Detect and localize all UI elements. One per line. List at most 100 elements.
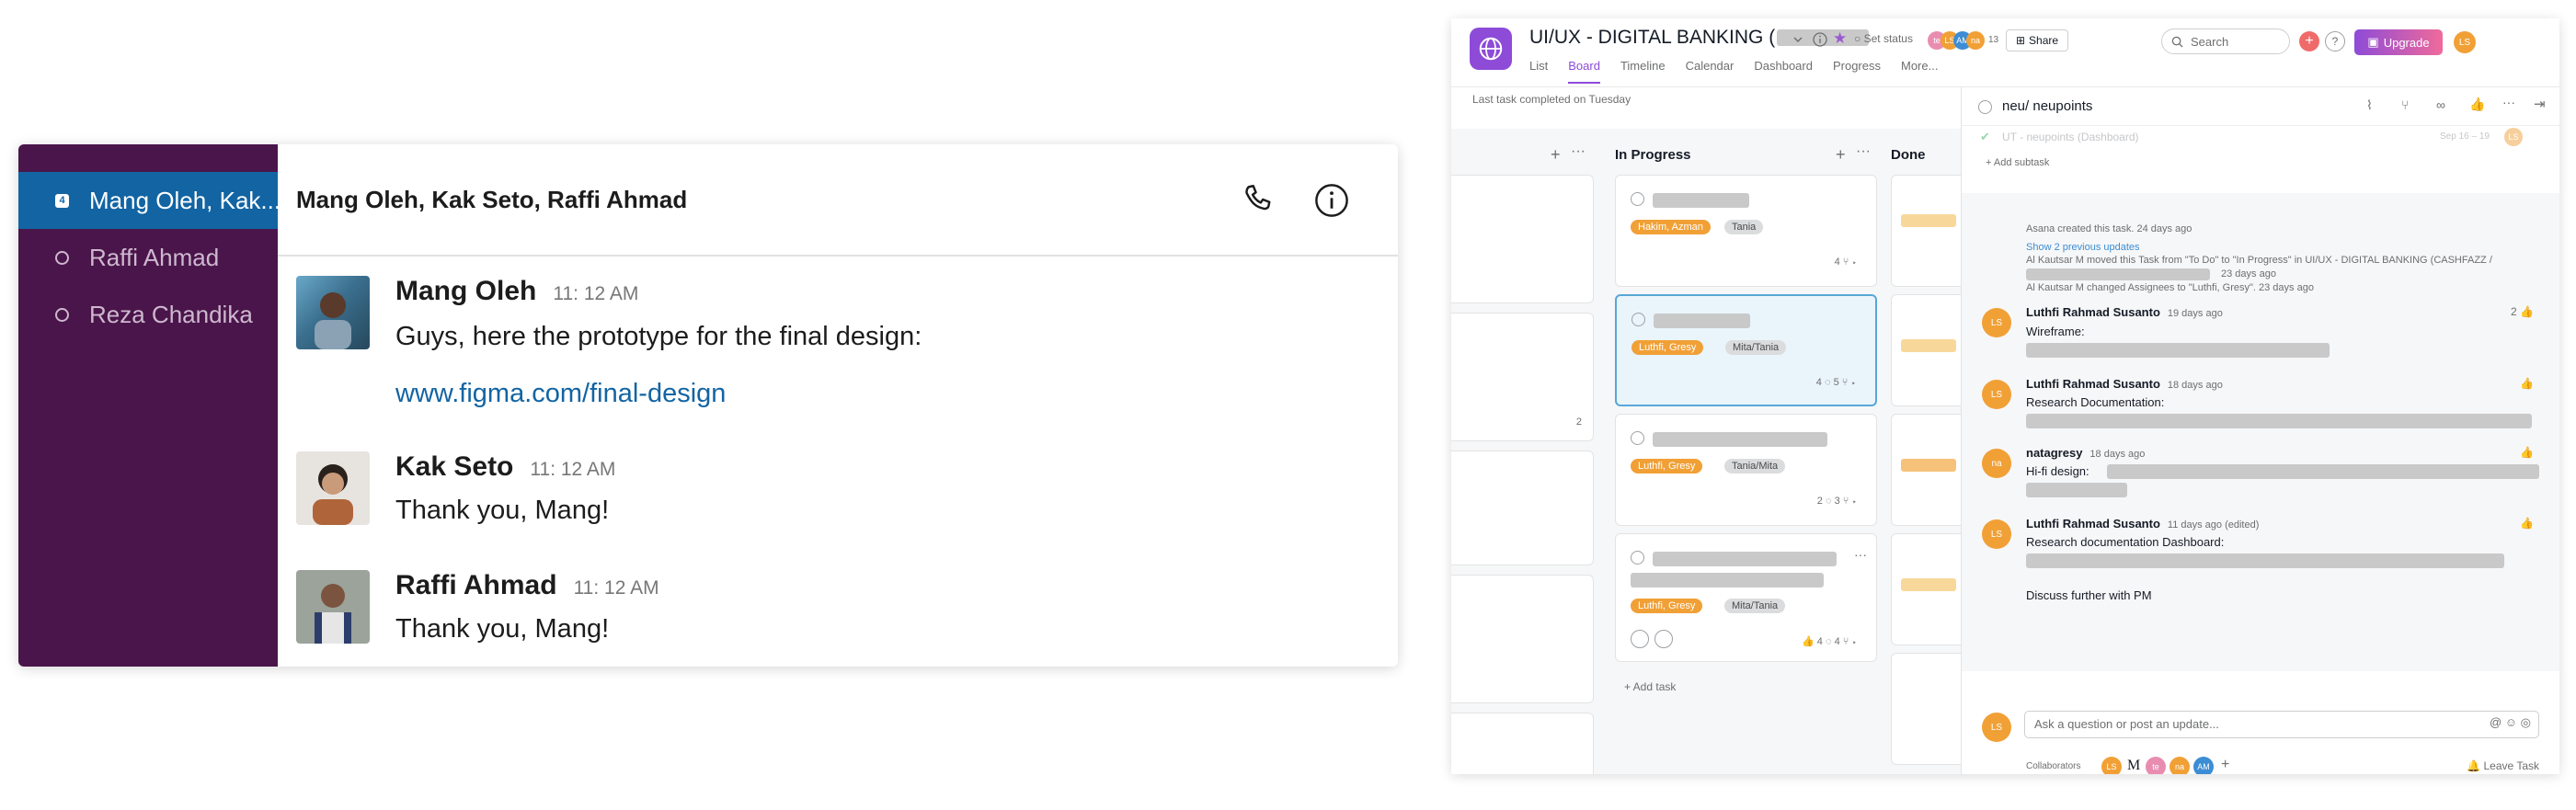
project-header: UI/UX - DIGITAL BANKING ( ★ ○ Set status… [1451,18,2559,87]
sidebar-item-label: Raffi Ahmad [89,243,220,271]
add-collaborator-icon[interactable]: + [2221,757,2229,773]
upgrade-button[interactable]: ▣ Upgrade [2354,29,2443,55]
message-item: Raffi Ahmad 11: 12 AM Thank you, Mang! [296,570,1380,653]
like-button[interactable]: 2 👍 [2511,305,2534,318]
subtask-count: 4 ⑂ ▸ [1834,257,1858,268]
comment-text: Hi-fi design: [2026,464,2089,478]
like-icon[interactable]: 👍 [2469,97,2485,112]
user-avatar[interactable]: LS [2454,31,2476,53]
like-button[interactable]: 👍 [2520,377,2534,390]
quick-add-button[interactable]: + [2299,31,2319,51]
attachment-icon[interactable]: ⌇ [2366,97,2373,113]
completed-check-icon: ✔ [1980,130,1990,143]
avatar [296,570,370,644]
add-task-icon[interactable]: + [1836,145,1846,165]
asana-window: UI/UX - DIGITAL BANKING ( ★ ○ Set status… [1451,18,2559,774]
commenter-avatar[interactable]: LS [1982,308,2011,337]
sidebar-item-raffi[interactable]: Raffi Ahmad [18,229,278,286]
task-card[interactable] [1451,175,1594,303]
phone-icon[interactable] [1239,181,1277,220]
task-card[interactable]: ··· Luthfi, Gresy Mita/Tania 👍 4 ◌ 4 ⑂ ▸ [1615,533,1877,662]
task-card[interactable] [1451,451,1594,565]
comment-text: Wireframe: [2026,325,2085,338]
close-panel-icon[interactable]: ⇥ [2534,96,2546,112]
commenter-avatar[interactable]: na [1982,449,2011,478]
assignee-placeholder-icon[interactable] [1631,630,1649,648]
commenter-avatar[interactable]: LS [1982,380,2011,409]
tab-more[interactable]: More... [1901,59,1938,84]
chat-window: 4 Mang Oleh, Kak... Raffi Ahmad Reza Cha… [18,144,1398,667]
message-text: Guys, here the prototype for the final d… [395,322,922,351]
status-dot-icon [55,250,69,265]
task-card[interactable] [1451,713,1594,774]
task-detail-header: neu/ neupoints ⌇ ⑂ ∞ 👍 ··· ⇥ [1962,87,2559,126]
assignee-tag: Luthfi, Gresy [1631,599,1703,613]
search-input[interactable]: Search [2161,29,2290,54]
task-card[interactable]: 2 [1451,313,1594,441]
comment-text: Research documentation Dashboard: [2026,535,2225,549]
link-icon[interactable]: ∞ [2436,97,2445,112]
avatar [296,276,370,349]
activity-created: Asana created this task. 24 days ago [2026,223,2192,234]
message-text: Thank you, Mang! [395,614,610,644]
tab-calendar[interactable]: Calendar [1686,59,1735,84]
help-button[interactable]: ? [2325,31,2345,51]
collaborator-avatar[interactable]: na [2170,757,2190,774]
tab-list[interactable]: List [1529,59,1548,84]
assignee-avatar[interactable]: LS [2504,128,2523,146]
more-icon[interactable]: ··· [2502,95,2515,109]
reviewer-tag: Tania [1724,220,1764,234]
collaborator-logo-avatar[interactable]: M [2127,758,2140,774]
member-avatar[interactable]: na [1966,31,1985,50]
collaborator-avatar[interactable]: AM [2193,757,2214,774]
collaborator-avatar[interactable]: te [2146,757,2166,774]
like-button[interactable]: 👍 [2520,517,2534,530]
collaborator-avatar[interactable]: LS [2101,757,2122,774]
show-previous-link[interactable]: Show 2 previous updates [2026,242,2140,253]
share-button[interactable]: ⊞ Share [2006,29,2068,51]
tab-timeline[interactable]: Timeline [1620,59,1666,84]
leave-task-button[interactable]: 🔔 Leave Task [2467,759,2539,772]
reviewer-tag: Tania/Mita [1724,459,1786,473]
chevron-down-icon[interactable] [1792,33,1804,46]
comment-input[interactable]: Ask a question or post an update... @ ☺ … [2024,711,2539,738]
message-time: 11: 12 AM [553,283,639,304]
add-column-task-icon[interactable]: + [1551,145,1561,165]
complete-check-icon[interactable] [1631,551,1644,565]
subtask-icon[interactable]: ⑂ [2401,97,2409,112]
commenter-avatar[interactable]: LS [1982,519,2011,549]
sidebar-item-group-chat[interactable]: 4 Mang Oleh, Kak... [18,172,278,229]
sidebar-item-reza[interactable]: Reza Chandika [18,286,278,343]
task-card[interactable]: Luthfi, Gresy Tania/Mita 2 ◌ 3 ⑂ ▸ [1615,414,1877,526]
more-icon[interactable]: ··· [1856,143,1871,160]
task-card[interactable] [1451,575,1594,703]
due-date-icon[interactable] [1654,630,1673,648]
mention-emoji-icons[interactable]: @ ☺ ◎ [2490,715,2531,730]
add-subtask-button[interactable]: + Add subtask [1986,157,2049,168]
add-task-button[interactable]: + Add task [1624,680,1676,693]
complete-check-icon[interactable] [1631,192,1644,206]
column-done-title: Done [1891,147,1926,163]
complete-check-icon[interactable] [1631,313,1645,326]
info-icon[interactable] [1312,181,1351,220]
task-card[interactable]: Hakim, Azman Tania 4 ⑂ ▸ [1615,175,1877,287]
subtask-row[interactable]: ✔ UT - neupoints (Dashboard) Sep 16 – 19… [1962,126,2559,148]
tab-board[interactable]: Board [1568,59,1600,84]
complete-check-icon[interactable] [1978,100,1992,114]
message-link[interactable]: www.figma.com/final-design [395,379,726,409]
tab-dashboard[interactable]: Dashboard [1754,59,1813,84]
set-status-button[interactable]: ○ Set status [1854,32,1913,45]
complete-check-icon[interactable] [1631,431,1644,445]
sidebar-item-label: Mang Oleh, Kak... [89,186,278,214]
more-icon[interactable]: ··· [1854,547,1867,562]
subtask-name: UT - neupoints (Dashboard) [2002,131,2139,143]
info-icon[interactable] [1812,31,1828,48]
more-icon[interactable]: ··· [1571,143,1586,160]
task-card-selected[interactable]: Luthfi, Gresy Mita/Tania 4 ◌ 5 ⑂ ▸ [1615,294,1877,406]
like-button[interactable]: 👍 [2520,446,2534,459]
tab-progress[interactable]: Progress [1833,59,1881,84]
gift-icon: ▣ [2367,35,2379,49]
star-icon[interactable]: ★ [1833,29,1847,48]
commenter-name: Luthfi Rahmad Susanto 19 days ago [2026,305,2223,319]
status-dot-icon [55,307,69,322]
